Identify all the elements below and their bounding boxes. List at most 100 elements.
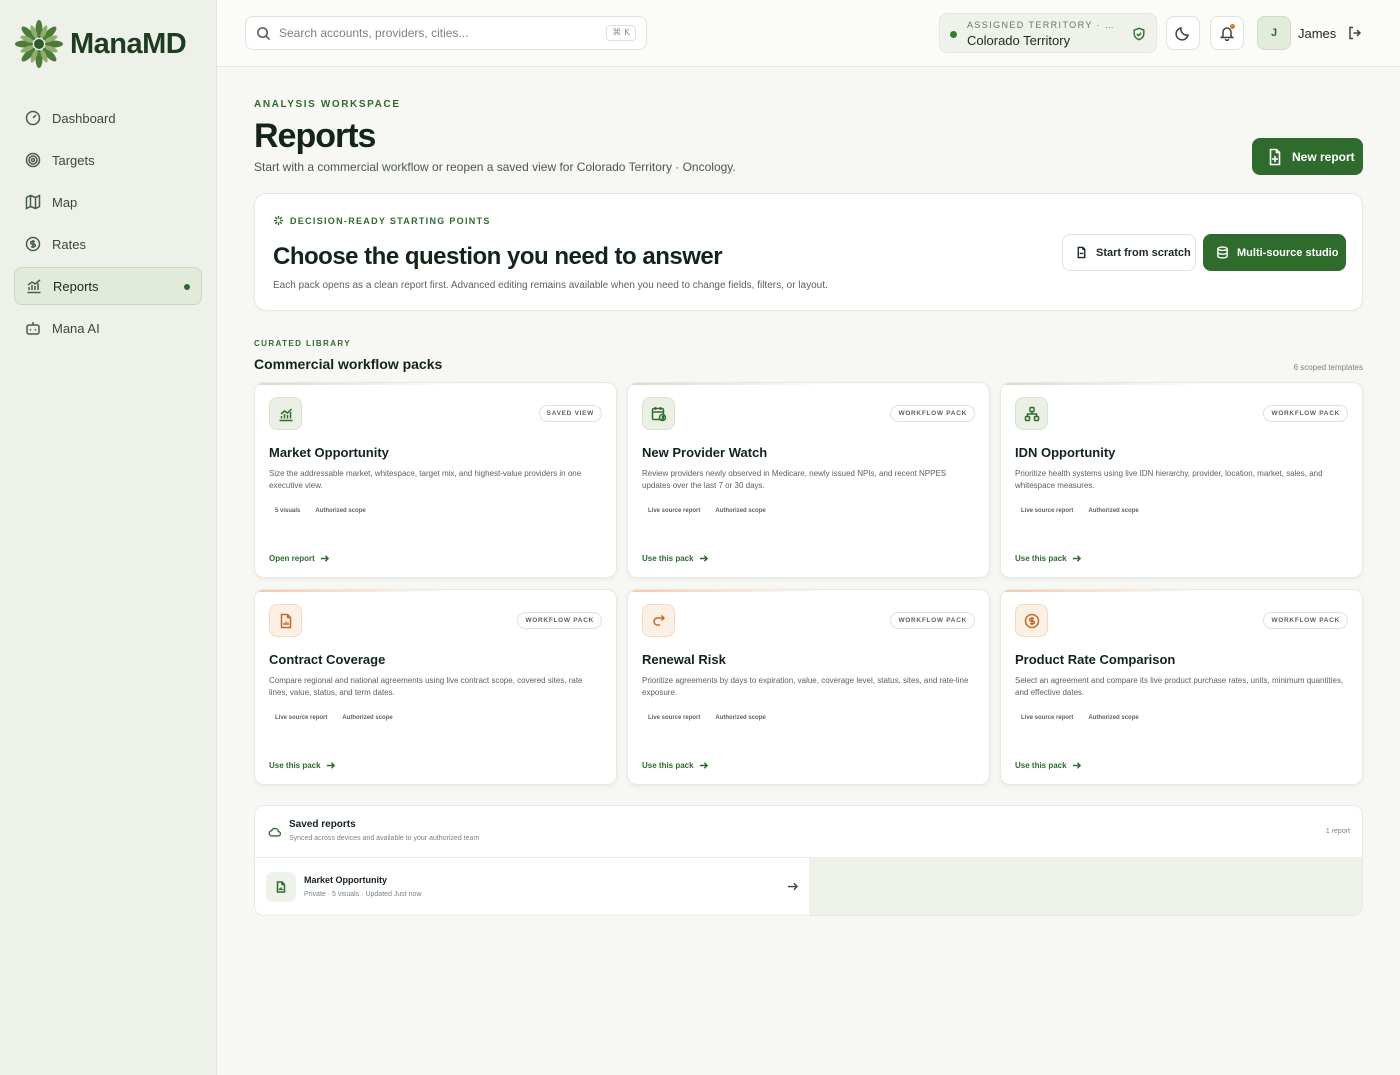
avatar[interactable]: J — [1257, 16, 1291, 50]
card-icon-box — [269, 397, 302, 430]
user-name[interactable]: James — [1298, 26, 1336, 41]
arrow-right-icon — [699, 762, 708, 769]
card-tag: Live source report — [1021, 508, 1074, 514]
saved-reports-count: 1 report — [1325, 828, 1350, 835]
card-tag: 5 visuals — [275, 508, 301, 514]
card-tag: Authorized scope — [315, 508, 366, 514]
new-report-button[interactable]: New report — [1252, 138, 1363, 175]
arrow-right-icon — [326, 762, 335, 769]
card-tag: Authorized scope — [342, 715, 393, 721]
card-tags: Live source report Authorized scope — [1015, 713, 1145, 723]
start-from-scratch-button[interactable]: Start from scratch — [1062, 234, 1196, 271]
pack-card-renewal-risk[interactable]: WORKFLOW PACK Renewal Risk Prioritize ag… — [627, 589, 990, 785]
sidebar-item-label: Rates — [52, 236, 86, 252]
saved-reports-title: Saved reports — [289, 819, 356, 830]
arrow-right-icon — [1072, 762, 1081, 769]
card-cta-label: Use this pack — [1015, 554, 1067, 563]
card-description: Compare regional and national agreements… — [269, 676, 583, 697]
card-title: Product Rate Comparison — [1015, 652, 1176, 667]
card-title: Renewal Risk — [642, 652, 726, 667]
pack-card-market-opportunity[interactable]: SAVED VIEW Market Opportunity Size the a… — [254, 382, 617, 578]
logout-icon[interactable] — [1347, 25, 1363, 41]
card-icon-box — [1015, 604, 1048, 637]
card-cta-link[interactable]: Use this pack — [1015, 761, 1081, 770]
card-badge: WORKFLOW PACK — [890, 612, 975, 629]
saved-report-row[interactable]: Market Opportunity Private · 5 visuals ·… — [255, 858, 809, 915]
search-icon — [257, 26, 271, 40]
sidebar-item-label: Targets — [52, 152, 95, 168]
notification-badge — [1230, 24, 1235, 29]
file-plus-icon — [1269, 148, 1281, 165]
file-icon — [1077, 246, 1086, 259]
card-description: Size the addressable market, whitespace,… — [269, 469, 582, 490]
card-cta-link[interactable]: Use this pack — [1015, 554, 1081, 563]
sidebar-item-map[interactable]: Map — [14, 183, 202, 221]
card-cta-label: Use this pack — [1015, 761, 1067, 770]
library-eyebrow: CURATED LIBRARY — [254, 339, 351, 348]
calendar-clock-icon — [651, 406, 666, 421]
pack-card-product-rate-comparison[interactable]: WORKFLOW PACK Product Rate Comparison Se… — [1000, 589, 1363, 785]
card-accent-line — [1001, 383, 1201, 385]
territory-selector[interactable]: ASSIGNED TERRITORY · ONCOLOGY Colorado T… — [939, 13, 1157, 53]
card-cta-label: Use this pack — [269, 761, 321, 770]
card-tags: Live source report Authorized scope — [1015, 506, 1145, 516]
search-box[interactable]: ⌘ K — [245, 16, 647, 50]
card-cta-link[interactable]: Open report — [269, 554, 329, 563]
saved-reports-panel: Saved reports Synced across devices and … — [254, 805, 1363, 916]
card-icon-box — [642, 397, 675, 430]
sidebar-item-label: Dashboard — [52, 110, 116, 126]
theme-toggle-button[interactable] — [1166, 16, 1200, 50]
card-tag: Live source report — [648, 715, 701, 721]
card-badge: WORKFLOW PACK — [890, 405, 975, 422]
card-tag: Live source report — [1021, 715, 1074, 721]
pack-card-idn-opportunity[interactable]: WORKFLOW PACK IDN Opportunity Prioritize… — [1000, 382, 1363, 578]
brand-logo[interactable]: ManaMD — [14, 18, 187, 70]
saved-report-icon-box — [266, 872, 296, 902]
new-report-label: New report — [1292, 149, 1355, 164]
sidebar-nav: Dashboard Targets Map Rates Reports Mana… — [14, 99, 202, 351]
card-badge: WORKFLOW PACK — [1263, 612, 1348, 629]
card-tags: Live source report Authorized scope — [269, 713, 399, 723]
card-description: Prioritize health systems using live IDN… — [1015, 469, 1323, 490]
card-cta-link[interactable]: Use this pack — [642, 554, 708, 563]
card-cta-link[interactable]: Use this pack — [642, 761, 708, 770]
hero-subtitle: Each pack opens as a clean report first.… — [273, 280, 828, 291]
pack-card-new-provider-watch[interactable]: WORKFLOW PACK New Provider Watch Review … — [627, 382, 990, 578]
card-badge: SAVED VIEW — [538, 405, 602, 422]
trend-chart-icon — [279, 407, 292, 421]
dollar-icon — [25, 236, 41, 252]
card-description: Prioritize agreements by days to expirat… — [642, 676, 969, 697]
leaf-logo-icon — [15, 20, 63, 68]
hierarchy-icon — [1024, 406, 1039, 421]
notifications-button[interactable] — [1210, 16, 1244, 50]
card-accent-line — [628, 590, 828, 592]
search-input[interactable] — [279, 26, 599, 40]
keyboard-shortcut: ⌘ K — [606, 25, 636, 41]
chart-icon — [27, 279, 41, 294]
active-dot — [184, 284, 190, 290]
sidebar-item-reports[interactable]: Reports — [14, 267, 202, 305]
sidebar-item-dashboard[interactable]: Dashboard — [14, 99, 202, 137]
sidebar-item-label: Map — [52, 194, 78, 210]
card-cta-label: Use this pack — [642, 761, 694, 770]
shield-check-icon — [1133, 27, 1145, 41]
multi-source-studio-button[interactable]: Multi-source studio — [1203, 234, 1346, 271]
card-title: IDN Opportunity — [1015, 445, 1116, 460]
hero-panel: DECISION-READY STARTING POINTS Choose th… — [254, 193, 1363, 311]
sidebar-item-targets[interactable]: Targets — [14, 141, 202, 179]
pack-card-contract-coverage[interactable]: WORKFLOW PACK Contract Coverage Compare … — [254, 589, 617, 785]
arrow-right-icon — [787, 882, 798, 891]
card-tag: Authorized scope — [1088, 508, 1139, 514]
sidebar-item-mana-ai[interactable]: Mana AI — [14, 309, 202, 347]
saved-reports-subtitle: Synced across devices and available to y… — [289, 835, 480, 842]
card-accent-line — [255, 590, 455, 592]
card-accent-line — [1001, 590, 1201, 592]
sidebar-item-rates[interactable]: Rates — [14, 225, 202, 263]
hero-eyebrow-text: DECISION-READY STARTING POINTS — [290, 215, 491, 226]
hero-eyebrow: DECISION-READY STARTING POINTS — [273, 215, 491, 226]
card-cta-link[interactable]: Use this pack — [269, 761, 335, 770]
card-cta-label: Open report — [269, 554, 315, 563]
multi-source-studio-label: Multi-source studio — [1237, 246, 1339, 259]
hero-title: Choose the question you need to answer — [273, 243, 723, 270]
card-description: Review providers newly observed in Medic… — [642, 469, 947, 490]
